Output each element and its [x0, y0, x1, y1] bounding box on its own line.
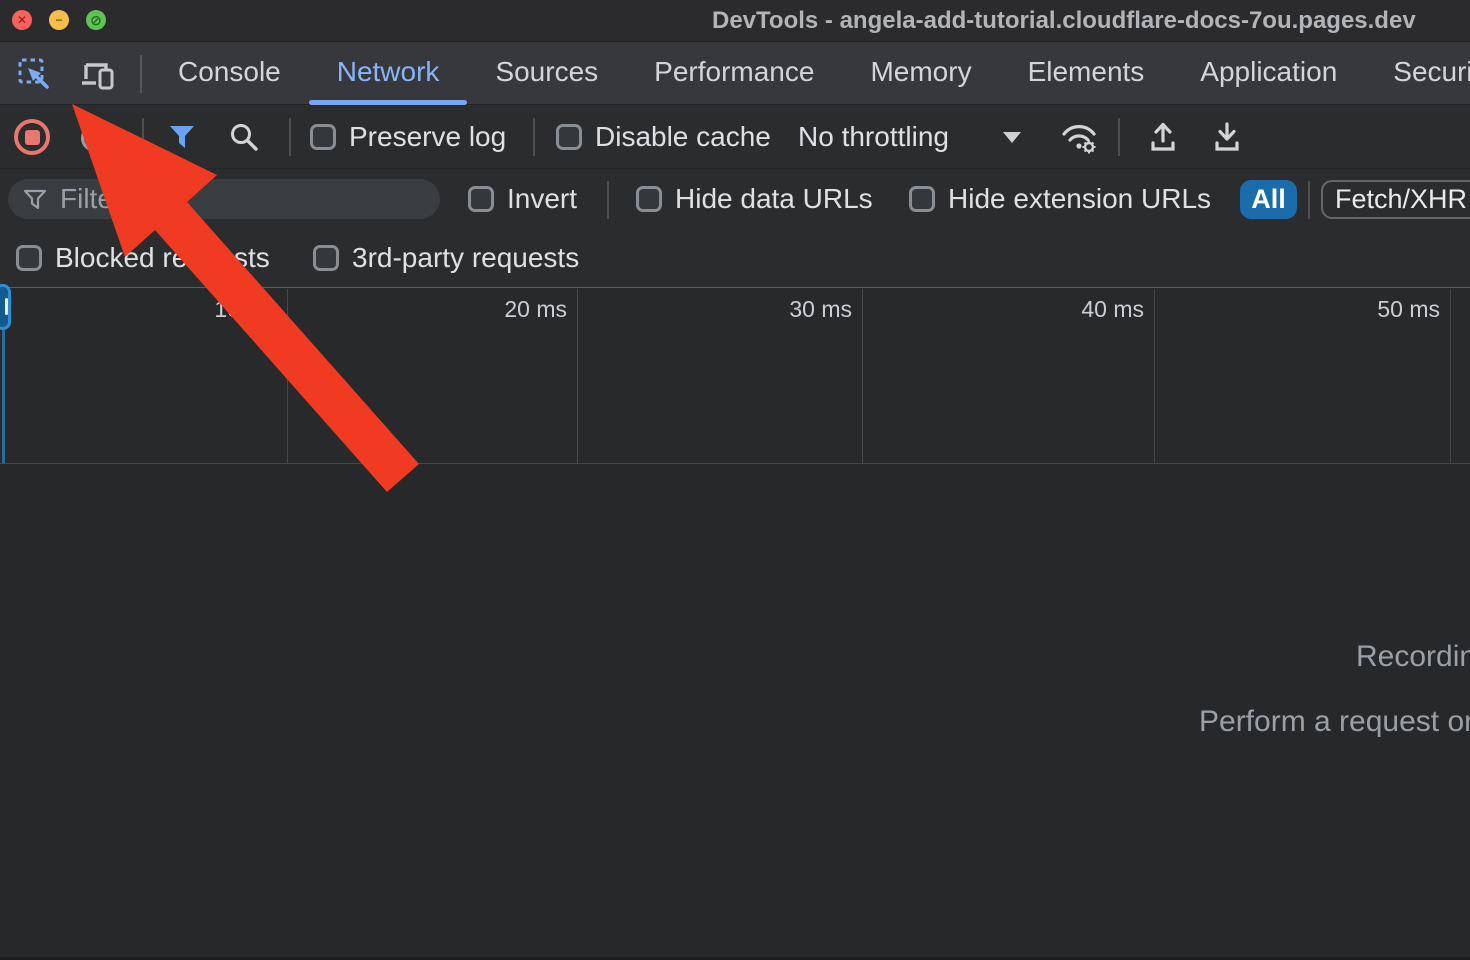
stop-recording-button[interactable]: [14, 119, 50, 155]
minimize-icon: −: [55, 14, 62, 26]
hide-data-urls-checkbox[interactable]: [636, 186, 662, 212]
preserve-log-label: Preserve log: [349, 121, 506, 153]
request-type-chip-all[interactable]: All: [1240, 180, 1297, 219]
tab-memory[interactable]: Memory: [842, 42, 999, 105]
import-har-button[interactable]: [1146, 120, 1180, 154]
stop-record-icon: [25, 130, 40, 145]
perform-request-hint-text: Perform a request or hit ⌘ R to record t…: [1199, 704, 1470, 739]
device-toolbar-icon: [78, 56, 116, 92]
tab-elements[interactable]: Elements: [1000, 42, 1173, 105]
tab-application[interactable]: Application: [1172, 42, 1365, 105]
timeline-tick-10ms: 10 ms: [187, 296, 277, 323]
tab-console[interactable]: Console: [150, 42, 309, 105]
panel-tabs: Console Network Sources Performance Memo…: [150, 42, 1470, 105]
window-title: DevTools - angela-add-tutorial.cloudflar…: [712, 0, 1416, 42]
filter-toggle-button[interactable]: [167, 122, 197, 152]
filterbar-divider: [1308, 181, 1310, 219]
timeline-window-left-handle[interactable]: [0, 284, 11, 330]
preserve-log-checkbox[interactable]: [310, 124, 336, 150]
third-party-requests-checkbox[interactable]: [313, 245, 339, 271]
tab-performance[interactable]: Performance: [626, 42, 842, 105]
timeline-gridline: [862, 289, 863, 464]
network-filter-bar: Invert Hide data URLs Hide extension URL…: [0, 168, 1470, 228]
timeline-gridline: [577, 289, 578, 464]
filter-pill[interactable]: [8, 179, 440, 219]
clear-network-log-button[interactable]: [81, 124, 109, 152]
tab-security[interactable]: Security: [1365, 42, 1470, 105]
tab-sources[interactable]: Sources: [467, 42, 626, 105]
hide-data-urls-label: Hide data URLs: [675, 183, 873, 215]
device-toolbar-button[interactable]: [78, 56, 116, 92]
disable-cache-label: Disable cache: [595, 121, 771, 153]
minimize-window-button[interactable]: −: [49, 10, 69, 30]
network-toolbar: Preserve log Disable cache No throttling: [0, 105, 1470, 168]
devtools-tabbar: Console Network Sources Performance Memo…: [0, 42, 1470, 105]
timeline-gridline: [1450, 289, 1451, 464]
recording-hint-text: Recording network activity…: [1356, 640, 1470, 674]
zoom-window-button[interactable]: ⊘: [86, 10, 106, 30]
timeline-tick-40ms: 40 ms: [1054, 296, 1144, 323]
tab-network[interactable]: Network: [309, 42, 468, 105]
network-conditions-button[interactable]: [1060, 121, 1100, 155]
toolbar-divider: [1118, 118, 1120, 156]
toolbar-divider: [289, 118, 291, 156]
search-icon: [228, 121, 260, 153]
search-button[interactable]: [228, 121, 260, 153]
tabbar-divider: [140, 55, 142, 93]
window-titlebar: ✕ − ⊘ DevTools - angela-add-tutorial.clo…: [0, 0, 1470, 42]
funnel-icon: [167, 122, 197, 152]
invert-label: Invert: [507, 183, 577, 215]
wifi-gear-icon: [1060, 121, 1100, 155]
chevron-down-icon[interactable]: [1003, 132, 1021, 143]
third-party-requests-label: 3rd-party requests: [352, 242, 579, 274]
arrow-up-tray-icon: [1146, 120, 1180, 154]
hide-extension-urls-checkbox[interactable]: [909, 186, 935, 212]
filterbar-divider: [607, 181, 609, 219]
inspect-element-icon: [16, 56, 52, 92]
inspect-element-button[interactable]: [16, 56, 52, 92]
filter-input[interactable]: [60, 183, 390, 215]
throttling-value: No throttling: [798, 121, 949, 153]
blocked-requests-label: Blocked requests: [55, 242, 270, 274]
zoom-icon: ⊘: [90, 13, 102, 27]
blocked-requests-checkbox[interactable]: [16, 245, 42, 271]
toolbar-divider: [142, 118, 144, 156]
network-filter-bar-row2: Blocked requests 3rd-party requests: [0, 228, 1470, 287]
toolbar-divider: [533, 118, 535, 156]
close-window-button[interactable]: ✕: [12, 10, 32, 30]
invert-checkbox[interactable]: [468, 186, 494, 212]
timeline-tick-30ms: 30 ms: [762, 296, 852, 323]
hide-extension-urls-label: Hide extension URLs: [948, 183, 1211, 215]
timeline-gridline: [1154, 289, 1155, 464]
throttling-select[interactable]: No throttling: [798, 105, 949, 168]
arrow-down-tray-icon: [1210, 120, 1244, 154]
timeline-gridline: [287, 289, 288, 464]
timeline-window-left-handle-line: [2, 330, 5, 463]
disable-cache-checkbox[interactable]: [556, 124, 582, 150]
funnel-outline-icon: [22, 186, 48, 212]
timeline-tick-50ms: 50 ms: [1350, 296, 1440, 323]
close-icon: ✕: [17, 14, 27, 26]
network-overview-timeline[interactable]: 10 ms 20 ms 30 ms 40 ms 50 ms: [0, 287, 1470, 464]
export-har-button[interactable]: [1210, 120, 1244, 154]
traffic-lights: ✕ − ⊘: [12, 10, 106, 30]
timeline-tick-20ms: 20 ms: [477, 296, 567, 323]
request-type-chip-fetch-xhr[interactable]: Fetch/XHR: [1321, 180, 1470, 219]
